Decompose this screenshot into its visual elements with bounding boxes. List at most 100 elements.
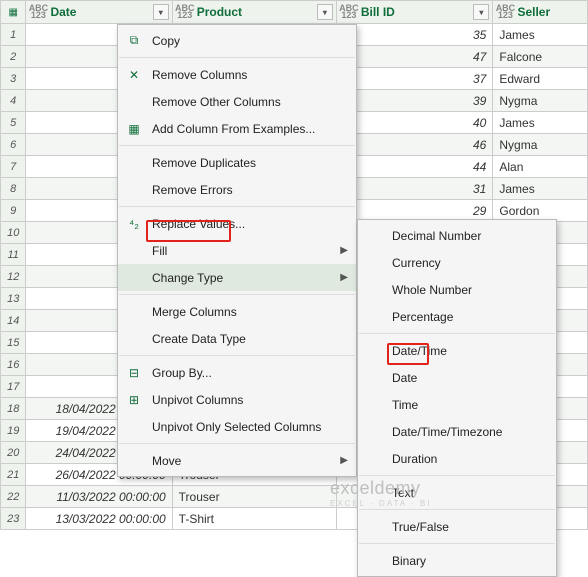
cell-date[interactable]: 13/03/2022 00:00:00	[26, 508, 172, 530]
row-number[interactable]: 15	[0, 332, 26, 354]
type-text[interactable]: Text	[358, 479, 556, 506]
row-number[interactable]: 1	[0, 24, 26, 46]
menu-separator	[119, 145, 355, 146]
cell-product[interactable]: Trouser	[173, 486, 337, 508]
type-duration[interactable]: Duration	[358, 445, 556, 472]
datatype-icon: ABC123	[177, 4, 193, 20]
type-datetime[interactable]: Date/Time	[358, 337, 556, 364]
menu-change-type[interactable]: Change Type ▶	[118, 264, 356, 291]
filter-dropdown-icon[interactable]: ▾	[317, 4, 333, 20]
column-header-seller[interactable]: ABC123 Seller	[493, 0, 588, 24]
row-number[interactable]: 7	[0, 156, 26, 178]
cell-billid[interactable]: 31	[337, 178, 494, 200]
menu-separator	[359, 475, 555, 476]
row-number[interactable]: 9	[0, 200, 26, 222]
menu-remove-duplicates[interactable]: Remove Duplicates	[118, 149, 356, 176]
menu-unpivot-columns[interactable]: ⊞Unpivot Columns	[118, 386, 356, 413]
menu-separator	[359, 509, 555, 510]
row-number[interactable]: 23	[0, 508, 26, 530]
submenu-arrow-icon: ▶	[340, 245, 348, 256]
menu-create-data-type[interactable]: Create Data Type	[118, 325, 356, 352]
row-number[interactable]: 10	[0, 222, 26, 244]
row-number[interactable]: 17	[0, 376, 26, 398]
type-percentage[interactable]: Percentage	[358, 303, 556, 330]
menu-remove-errors[interactable]: Remove Errors	[118, 176, 356, 203]
cell-billid[interactable]: 46	[337, 134, 494, 156]
menu-remove-other-columns[interactable]: Remove Other Columns	[118, 88, 356, 115]
row-number[interactable]: 2	[0, 46, 26, 68]
cell-seller[interactable]: James	[493, 112, 588, 134]
menu-move[interactable]: Move▶	[118, 447, 356, 474]
cell-billid[interactable]: 37	[337, 68, 494, 90]
row-number[interactable]: 6	[0, 134, 26, 156]
filter-dropdown-icon[interactable]: ▾	[153, 4, 169, 20]
remove-columns-icon: ✕	[126, 67, 142, 83]
menu-label: True/False	[392, 520, 449, 534]
select-all-corner[interactable]: ▦	[0, 0, 26, 24]
cell-billid[interactable]: 44	[337, 156, 494, 178]
menu-separator	[119, 294, 355, 295]
cell-billid[interactable]: 39	[337, 90, 494, 112]
cell-seller[interactable]: James	[493, 24, 588, 46]
row-number[interactable]: 12	[0, 266, 26, 288]
submenu-arrow-icon: ▶	[340, 455, 348, 466]
row-number[interactable]: 19	[0, 420, 26, 442]
menu-label: Date/Time	[392, 344, 447, 358]
menu-group-by[interactable]: ⊟Group By...	[118, 359, 356, 386]
menu-fill[interactable]: Fill ▶	[118, 237, 356, 264]
type-time[interactable]: Time	[358, 391, 556, 418]
menu-label: Date	[392, 371, 417, 385]
column-header-date[interactable]: ABC123 Date ▾	[26, 0, 172, 24]
menu-label: Group By...	[152, 366, 212, 380]
menu-label: Change Type	[152, 271, 223, 285]
menu-remove-columns[interactable]: ✕Remove Columns	[118, 61, 356, 88]
type-currency[interactable]: Currency	[358, 249, 556, 276]
menu-replace-values[interactable]: ⁴₂ Replace Values...	[118, 210, 356, 237]
row-number[interactable]: 14	[0, 310, 26, 332]
copy-icon: ⧉	[126, 33, 142, 49]
type-whole-number[interactable]: Whole Number	[358, 276, 556, 303]
cell-seller[interactable]: James	[493, 178, 588, 200]
row-number[interactable]: 4	[0, 90, 26, 112]
menu-add-column-from-examples[interactable]: ▦Add Column From Examples...	[118, 115, 356, 142]
type-true-false[interactable]: True/False	[358, 513, 556, 540]
column-header-billid[interactable]: ABC123 Bill ID ▾	[337, 0, 494, 24]
row-number[interactable]: 16	[0, 354, 26, 376]
type-datetime-timezone[interactable]: Date/Time/Timezone	[358, 418, 556, 445]
row-number[interactable]: 13	[0, 288, 26, 310]
row-number[interactable]: 3	[0, 68, 26, 90]
type-decimal-number[interactable]: Decimal Number	[358, 222, 556, 249]
menu-label: Whole Number	[392, 283, 472, 297]
menu-label: Fill	[152, 244, 167, 258]
cell-billid[interactable]: 35	[337, 24, 494, 46]
filter-dropdown-icon[interactable]: ▾	[473, 4, 489, 20]
row-number[interactable]: 5	[0, 112, 26, 134]
cell-billid[interactable]: 40	[337, 112, 494, 134]
row-number[interactable]: 20	[0, 442, 26, 464]
row-number[interactable]: 8	[0, 178, 26, 200]
type-date[interactable]: Date	[358, 364, 556, 391]
cell-seller[interactable]: Falcone	[493, 46, 588, 68]
cell-seller[interactable]: Nygma	[493, 90, 588, 112]
menu-separator	[359, 543, 555, 544]
row-number[interactable]: 18	[0, 398, 26, 420]
row-number[interactable]: 21	[0, 464, 26, 486]
column-header-product[interactable]: ABC123 Product ▾	[173, 0, 337, 24]
row-number[interactable]: 11	[0, 244, 26, 266]
cell-product[interactable]: T-Shirt	[173, 508, 337, 530]
menu-unpivot-only-selected[interactable]: Unpivot Only Selected Columns	[118, 413, 356, 440]
menu-copy[interactable]: ⧉Copy	[118, 27, 356, 54]
cell-date[interactable]: 11/03/2022 00:00:00	[26, 486, 172, 508]
menu-label: Replace Values...	[152, 217, 245, 231]
menu-merge-columns[interactable]: Merge Columns	[118, 298, 356, 325]
cell-seller[interactable]: Alan	[493, 156, 588, 178]
menu-separator	[119, 57, 355, 58]
cell-seller[interactable]: Nygma	[493, 134, 588, 156]
replace-values-icon: ⁴₂	[126, 216, 142, 232]
submenu-arrow-icon: ▶	[340, 272, 348, 283]
cell-billid[interactable]: 47	[337, 46, 494, 68]
type-binary[interactable]: Binary	[358, 547, 556, 574]
cell-seller[interactable]: Edward	[493, 68, 588, 90]
menu-label: Unpivot Only Selected Columns	[152, 420, 321, 434]
row-number[interactable]: 22	[0, 486, 26, 508]
